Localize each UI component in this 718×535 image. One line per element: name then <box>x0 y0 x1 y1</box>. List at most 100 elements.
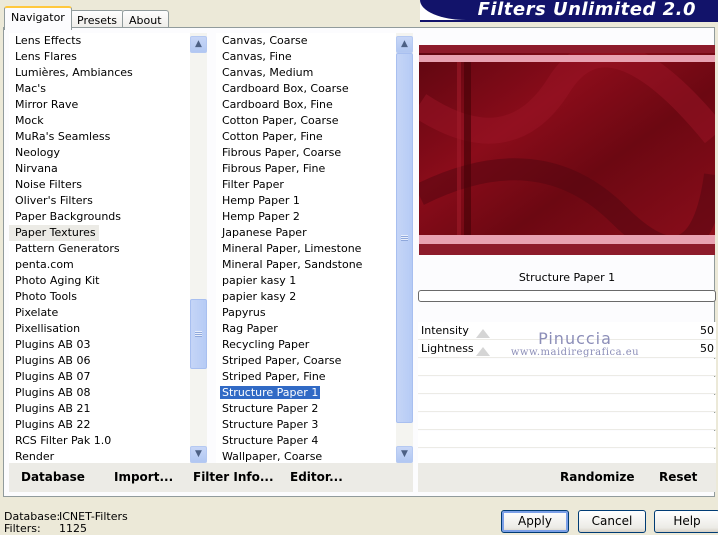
category-item[interactable]: Noise Filters <box>9 177 190 193</box>
category-item[interactable]: Plugins AB 03 <box>9 337 190 353</box>
category-list[interactable]: Lens Effects Lens Flares Lumières, Ambianc… <box>9 33 207 466</box>
item-label: Japanese Paper <box>222 226 307 239</box>
filter-item[interactable]: Structure Paper 2 <box>216 401 396 417</box>
import-button[interactable]: Import... <box>114 470 173 484</box>
item-label: Cotton Paper, Fine <box>222 130 323 143</box>
randomize-button[interactable]: Randomize <box>560 470 634 484</box>
category-item[interactable]: Plugins AB 07 <box>9 369 190 385</box>
item-label: Striped Paper, Fine <box>222 370 326 383</box>
filter-list[interactable]: Canvas, Coarse Canvas, Fine Canvas, Medium… <box>216 33 413 466</box>
filter-item[interactable]: Rag Paper <box>216 321 396 337</box>
filter-item[interactable]: Cardboard Box, Coarse <box>216 81 396 97</box>
filter-scrollbar[interactable]: ▲ ▼ <box>396 33 413 466</box>
filter-item[interactable]: Hemp Paper 2 <box>216 209 396 225</box>
item-label: Oliver's Filters <box>15 194 93 207</box>
item-label: Plugins AB 07 <box>15 370 91 383</box>
category-item[interactable]: Pattern Generators <box>9 241 190 257</box>
item-label: Plugins AB 08 <box>15 386 91 399</box>
filter-item[interactable]: Striped Paper, Fine <box>216 369 396 385</box>
item-label: Plugins AB 03 <box>15 338 91 351</box>
category-item[interactable]: Lens Flares <box>9 49 190 65</box>
item-label: Filter Paper <box>222 178 284 191</box>
help-button[interactable]: Help <box>654 510 718 533</box>
filters-count-label: Filters: <box>4 522 41 535</box>
preview-buttons-bar: Randomize Reset <box>418 463 716 492</box>
filter-item[interactable]: Canvas, Coarse <box>216 33 396 49</box>
scroll-down-icon[interactable]: ▼ <box>190 446 207 463</box>
category-item[interactable]: Plugins AB 22 <box>9 417 190 433</box>
category-items: Lens Effects Lens Flares Lumières, Ambianc… <box>9 33 190 465</box>
filter-item[interactable]: Structure Paper 1 <box>216 385 396 401</box>
filter-item[interactable]: Cardboard Box, Fine <box>216 97 396 113</box>
filter-item[interactable]: Structure Paper 3 <box>216 417 396 433</box>
category-item[interactable]: Oliver's Filters <box>9 193 190 209</box>
category-item[interactable]: penta.com <box>9 257 190 273</box>
category-item[interactable]: Pixelate <box>9 305 190 321</box>
editor-button[interactable]: Editor... <box>290 470 343 484</box>
filter-item[interactable]: Fibrous Paper, Fine <box>216 161 396 177</box>
filter-item[interactable]: Mineral Paper, Sandstone <box>216 257 396 273</box>
watermark: Pinuccia www.maidiregrafica.eu <box>475 329 675 358</box>
category-item[interactable]: Mock <box>9 113 190 129</box>
filter-item[interactable]: Hemp Paper 1 <box>216 193 396 209</box>
category-item[interactable]: RCS Filter Pak 1.0 <box>9 433 190 449</box>
empty-slider-row <box>418 359 716 376</box>
scroll-up-icon[interactable]: ▲ <box>190 36 207 53</box>
apply-button[interactable]: Apply <box>501 510 569 533</box>
category-scrollbar[interactable]: ▲ ▼ <box>190 33 207 466</box>
reset-button[interactable]: Reset <box>659 470 697 484</box>
filter-item[interactable]: Filter Paper <box>216 177 396 193</box>
category-item[interactable]: Neology <box>9 145 190 161</box>
filter-item[interactable]: papier kasy 2 <box>216 289 396 305</box>
item-label: Structure Paper 3 <box>222 418 319 431</box>
category-item[interactable]: Nirvana <box>9 161 190 177</box>
filter-item[interactable]: Papyrus <box>216 305 396 321</box>
item-label: Mineral Paper, Limestone <box>222 242 362 255</box>
item-label: Render <box>15 450 55 463</box>
filter-item[interactable]: papier kasy 1 <box>216 273 396 289</box>
scroll-down-icon[interactable]: ▼ <box>396 446 413 463</box>
filter-item[interactable]: Structure Paper 4 <box>216 433 396 449</box>
category-scroll-thumb[interactable] <box>190 299 207 369</box>
category-item[interactable]: Plugins AB 06 <box>9 353 190 369</box>
item-label: Fibrous Paper, Fine <box>222 162 326 175</box>
filter-item[interactable]: Mineral Paper, Limestone <box>216 241 396 257</box>
filter-item[interactable]: Canvas, Medium <box>216 65 396 81</box>
category-item[interactable]: Pixellisation <box>9 321 190 337</box>
category-item[interactable]: Plugins AB 08 <box>9 385 190 401</box>
filter-item[interactable]: Japanese Paper <box>216 225 396 241</box>
filter-item[interactable]: Recycling Paper <box>216 337 396 353</box>
category-item[interactable]: Plugins AB 21 <box>9 401 190 417</box>
category-item[interactable]: Lumières, Ambiances <box>9 65 190 81</box>
category-item[interactable]: Photo Tools <box>9 289 190 305</box>
tab-navigator[interactable]: Navigator <box>4 6 72 30</box>
filter-item[interactable]: Canvas, Fine <box>216 49 396 65</box>
watermark-name: Pinuccia <box>538 329 612 348</box>
category-item[interactable]: Mac's <box>9 81 190 97</box>
category-item[interactable]: Mirror Rave <box>9 97 190 113</box>
category-item[interactable]: Paper Textures <box>9 225 99 241</box>
cancel-button[interactable]: Cancel <box>578 510 646 533</box>
category-item[interactable]: Paper Backgrounds <box>9 209 190 225</box>
filter-info-button[interactable]: Filter Info... <box>193 470 274 484</box>
item-label: Lens Flares <box>15 50 77 63</box>
filter-scroll-thumb[interactable] <box>396 53 413 423</box>
item-label: Cardboard Box, Coarse <box>222 82 349 95</box>
scroll-up-icon[interactable]: ▲ <box>396 36 413 53</box>
filter-item[interactable]: Striped Paper, Coarse <box>216 353 396 369</box>
item-label: Noise Filters <box>15 178 82 191</box>
filter-item[interactable]: Cotton Paper, Fine <box>216 129 396 145</box>
list-buttons-bar: Database Import... Filter Info... Editor… <box>9 463 413 492</box>
filter-item[interactable]: Fibrous Paper, Coarse <box>216 145 396 161</box>
database-button[interactable]: Database <box>21 470 85 484</box>
category-item[interactable]: Lens Effects <box>9 33 190 49</box>
item-label: Fibrous Paper, Coarse <box>222 146 342 159</box>
filter-item[interactable]: Cotton Paper, Coarse <box>216 113 396 129</box>
item-label: penta.com <box>15 258 74 271</box>
category-item[interactable]: MuRa's Seamless <box>9 129 190 145</box>
category-item[interactable]: Photo Aging Kit <box>9 273 190 289</box>
item-label: papier kasy 2 <box>222 290 297 303</box>
item-label: Mirror Rave <box>15 98 79 111</box>
lightness-value: 50 <box>700 342 714 355</box>
item-label: Recycling Paper <box>222 338 310 351</box>
